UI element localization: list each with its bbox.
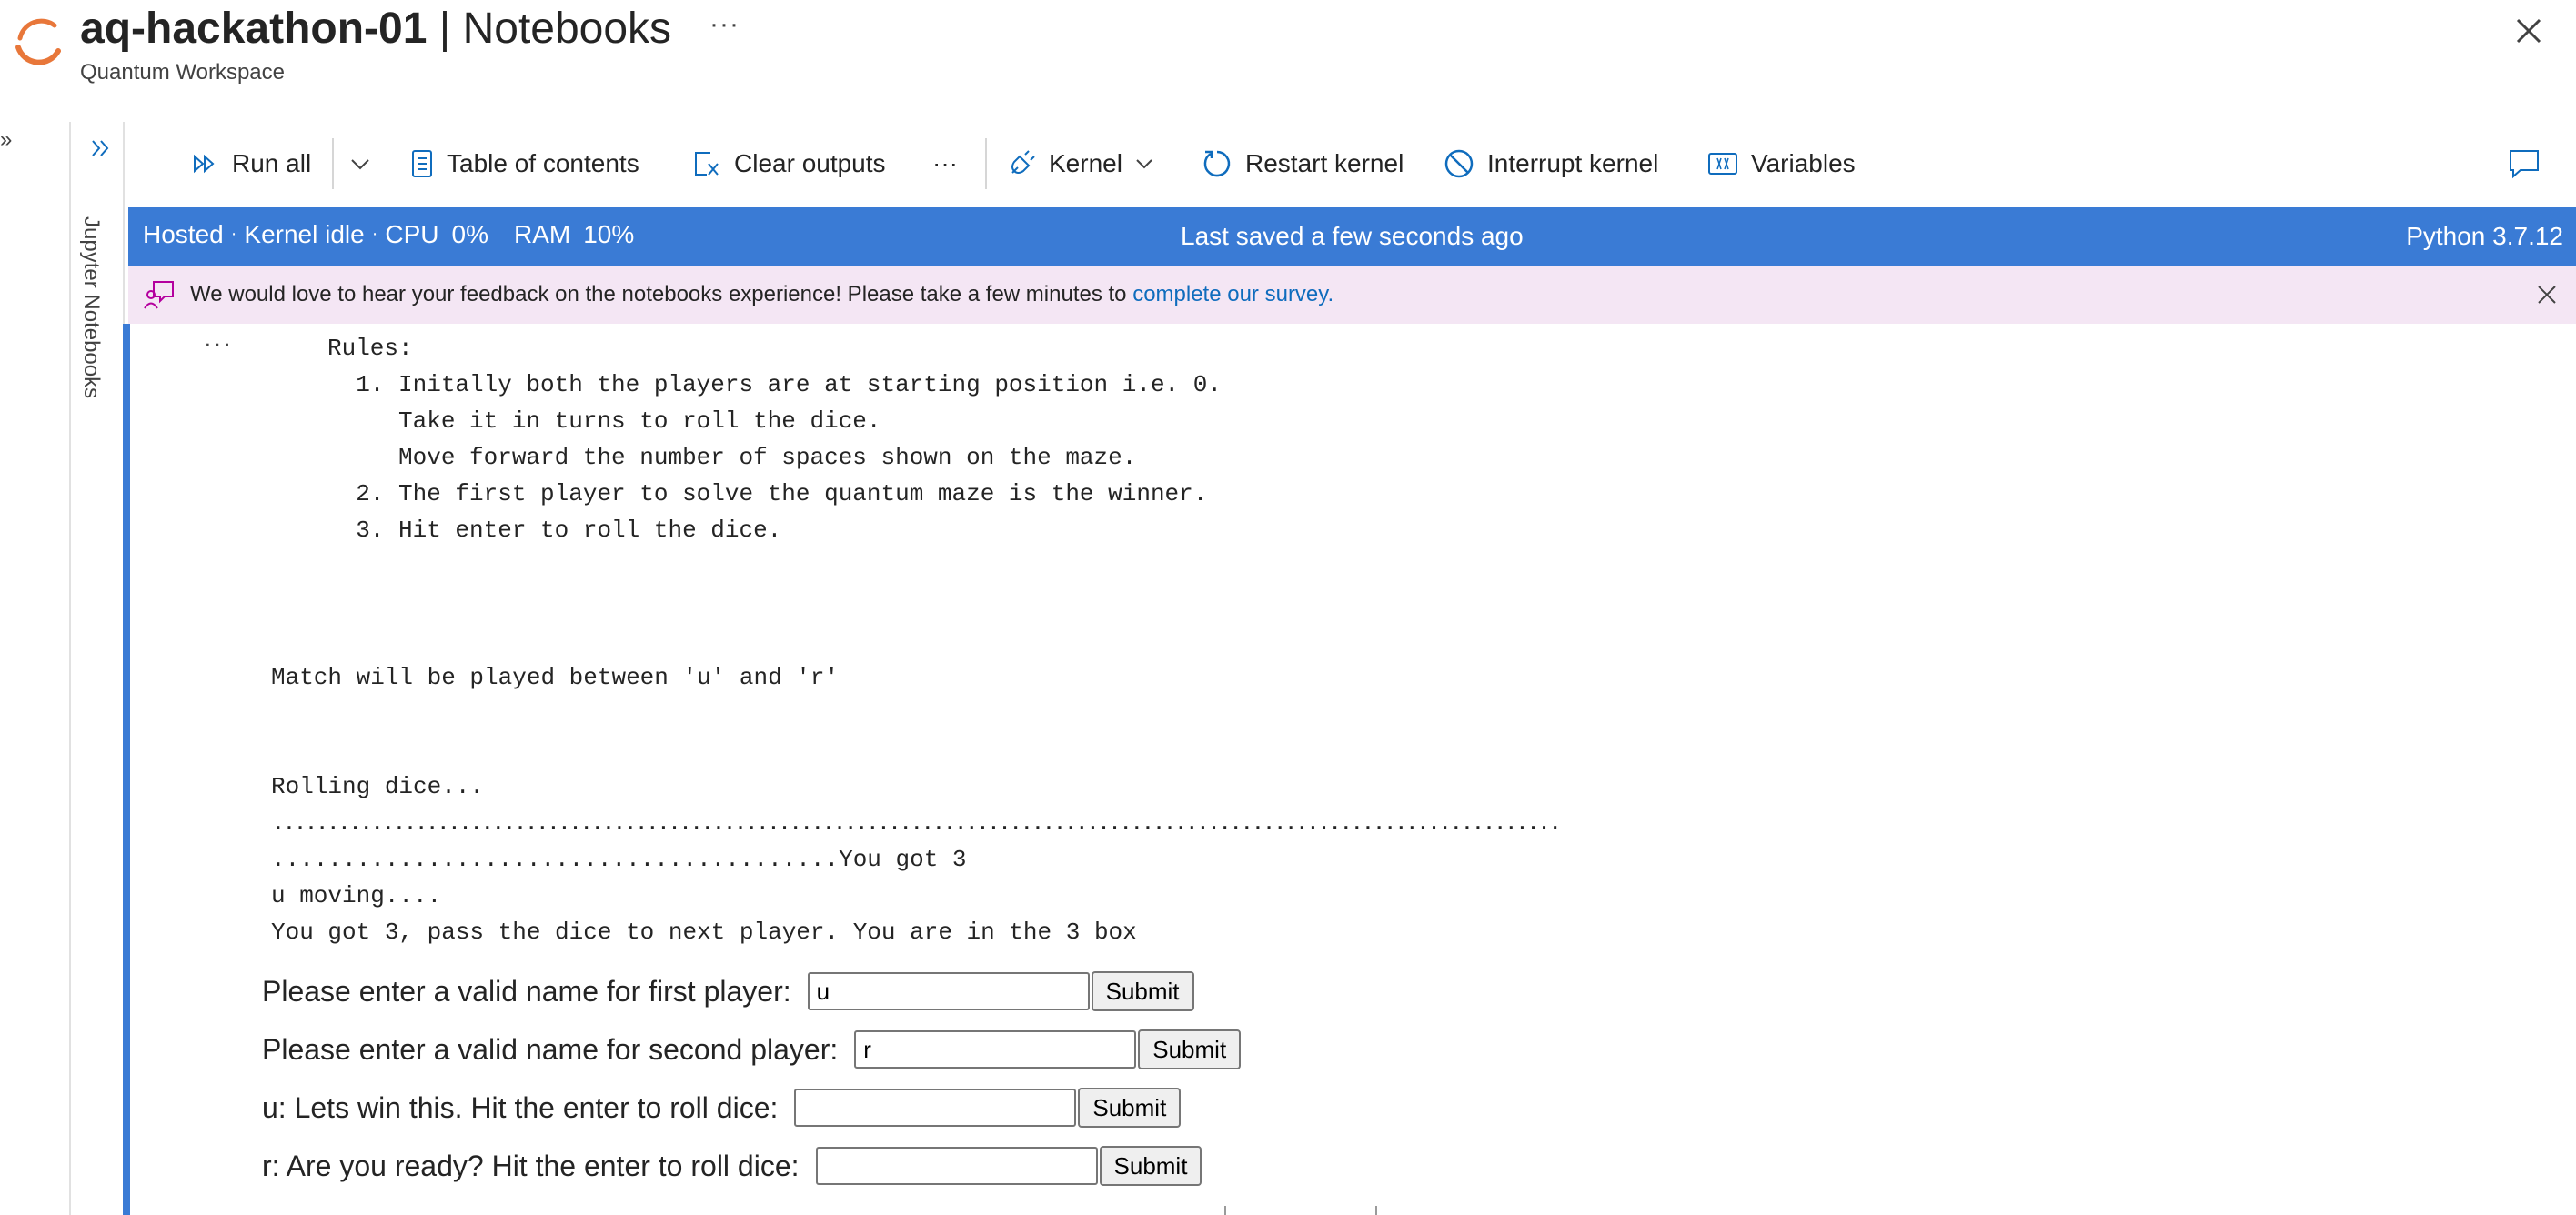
second-player-form: Please enter a valid name for second pla… — [262, 1029, 1242, 1069]
page-title: aq-hackathon-01 | Notebooks — [80, 4, 671, 54]
title-separator: | — [438, 5, 451, 53]
first-player-submit-button[interactable]: Submit — [1091, 971, 1194, 1011]
person-feedback-icon — [144, 281, 174, 309]
player-u-roll-input[interactable] — [794, 1089, 1077, 1127]
first-player-form: Please enter a valid name for first play… — [262, 971, 1194, 1011]
plug-icon — [1011, 150, 1035, 174]
rules-line: Take it in turns to roll the dice. — [327, 407, 881, 435]
run-all-button[interactable]: Run all — [192, 122, 311, 206]
run-all-icon — [194, 154, 215, 174]
expand-panel-icon[interactable] — [89, 136, 113, 160]
rolling-line: Rolling dice... — [271, 773, 485, 800]
rules-line: 3. Hit enter to roll the dice. — [327, 517, 782, 544]
hosted-label: Hosted — [143, 220, 224, 248]
interrupt-kernel-button[interactable]: Interrupt kernel — [1444, 122, 1658, 206]
run-all-label: Run all — [232, 149, 312, 177]
comment-icon — [2510, 150, 2539, 179]
cell-divider-stub — [1375, 1206, 1377, 1215]
azure-quantum-logo-icon — [15, 18, 61, 65]
survey-link[interactable]: complete our survey. — [1132, 282, 1333, 306]
player-u-roll-form: u: Lets win this. Hit the enter to roll … — [262, 1088, 1182, 1128]
rules-line: 2. The first player to solve the quantum… — [327, 480, 1208, 507]
python-version[interactable]: Python 3.7.12 — [2406, 222, 2563, 251]
first-player-input[interactable] — [807, 972, 1090, 1010]
variables-label: Variables — [1751, 149, 1856, 177]
app-header: aq-hackathon-01 | Notebooks Quantum Work… — [0, 0, 2576, 109]
dice-result-line: ........................................… — [271, 846, 967, 873]
rail-divider — [69, 122, 71, 1215]
chevron-down-icon — [1136, 159, 1152, 169]
moving-line: u moving.... — [271, 882, 442, 909]
restart-icon — [1203, 150, 1231, 177]
kernel-status-bar: Hosted · Kernel idle · CPU 0% RAM 10% Last save… — [128, 207, 2576, 266]
first-player-label: Please enter a valid name for first play… — [262, 974, 791, 1008]
ram-value: 10% — [583, 220, 635, 248]
match-line: Match will be played between 'u' and 'r' — [271, 664, 840, 691]
workspace-name: aq-hackathon-01 — [80, 5, 428, 53]
close-icon[interactable] — [2534, 282, 2560, 307]
clear-outputs-icon — [695, 152, 719, 176]
variables-button[interactable]: Variables — [1707, 122, 1856, 206]
kernel-label: Kernel — [1049, 149, 1122, 177]
second-player-label: Please enter a valid name for second pla… — [262, 1032, 839, 1066]
kernel-state: Kernel idle — [244, 220, 365, 248]
run-options-dropdown[interactable] — [348, 122, 385, 206]
variables-icon — [1708, 153, 1737, 175]
player-r-roll-input[interactable] — [815, 1147, 1098, 1185]
save-status: Last saved a few seconds ago — [1181, 222, 1524, 250]
close-icon[interactable] — [2511, 13, 2547, 49]
interrupt-icon — [1444, 149, 1474, 178]
cpu-value: 0% — [451, 220, 488, 248]
progress-dots-line: ........................................… — [271, 809, 1563, 837]
rules-line: Move forward the number of spaces shown … — [327, 444, 1137, 471]
clear-outputs-label: Clear outputs — [734, 149, 886, 177]
ram-label: RAM — [513, 220, 571, 248]
toolbar-separator — [985, 138, 987, 189]
chevron-down-icon — [351, 159, 369, 170]
position-line: You got 3, pass the dice to next player.… — [271, 919, 1137, 946]
cell-output-more-button[interactable]: ··· — [204, 329, 233, 357]
feedback-message: We would love to hear your feedback on t… — [190, 282, 1133, 306]
active-cell-indicator — [123, 324, 130, 1215]
page-subtitle: Quantum Workspace — [80, 60, 285, 85]
player-r-roll-label: r: Are you ready? Hit the enter to roll … — [262, 1149, 800, 1182]
clear-outputs-button[interactable]: Clear outputs — [692, 122, 886, 206]
cell-divider-stub — [1224, 1206, 1226, 1215]
restart-kernel-label: Restart kernel — [1245, 149, 1404, 177]
feedback-banner: We would love to hear your feedback on t… — [128, 266, 2576, 324]
feedback-button[interactable] — [2508, 122, 2553, 206]
toolbar-separator — [332, 138, 334, 189]
notebook-toolbar: Run all Table of contents Clear outputs … — [125, 122, 2576, 206]
rules-line: 1. Initally both the players are at star… — [327, 371, 1222, 398]
second-player-input[interactable] — [854, 1030, 1137, 1069]
title-more-button[interactable]: ··· — [709, 9, 740, 40]
rules-heading: Rules: — [327, 335, 413, 362]
player-r-submit-button[interactable]: Submit — [1099, 1146, 1202, 1186]
second-player-submit-button[interactable]: Submit — [1138, 1029, 1242, 1069]
jupyter-notebooks-tab[interactable]: Jupyter Notebooks — [75, 216, 107, 426]
kernel-dropdown[interactable]: Kernel — [1007, 122, 1168, 206]
section-name: Notebooks — [462, 5, 672, 53]
restart-kernel-button[interactable]: Restart kernel — [1202, 122, 1404, 206]
table-of-contents-label: Table of contents — [447, 149, 639, 177]
kernel-status: Hosted · Kernel idle · CPU 0% RAM 10% — [143, 220, 635, 248]
feedback-text: We would love to hear your feedback on t… — [190, 282, 1333, 307]
double-chevron-right-icon[interactable]: » — [0, 127, 12, 153]
jupyter-notebooks-label: Jupyter Notebooks — [79, 216, 104, 399]
player-u-submit-button[interactable]: Submit — [1078, 1088, 1182, 1128]
toolbar-more-button[interactable]: ··· — [932, 122, 958, 206]
interrupt-kernel-label: Interrupt kernel — [1487, 149, 1659, 177]
table-of-contents-button[interactable]: Table of contents — [410, 122, 639, 206]
cpu-label: CPU — [385, 220, 439, 248]
table-of-contents-icon — [412, 150, 432, 177]
player-r-roll-form: r: Are you ready? Hit the enter to roll … — [262, 1146, 1202, 1186]
player-u-roll-label: u: Lets win this. Hit the enter to roll … — [262, 1090, 779, 1124]
